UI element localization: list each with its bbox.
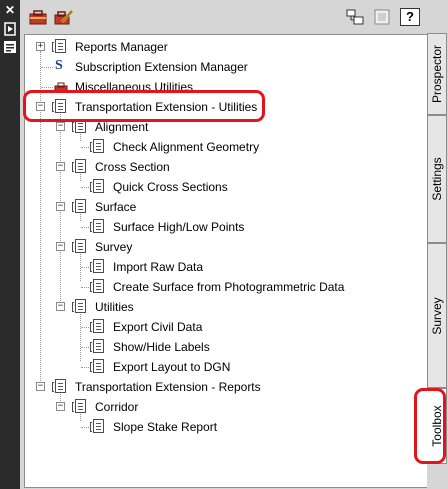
toolspace-palette: ✕ ? + Reports Manager S Subscription Ext… [0, 0, 448, 489]
tree-item-corridor[interactable]: − Corridor [25, 397, 427, 417]
properties-icon[interactable] [345, 8, 365, 26]
tree-item-transportation-extension-reports[interactable]: − Transportation Extension - Reports [25, 377, 427, 397]
tab-survey[interactable]: Survey [427, 243, 447, 388]
tree-item-show-hide-labels[interactable]: Show/Hide Labels [25, 337, 427, 357]
tree-item-miscellaneous-utilities[interactable]: Miscellaneous Utilities [25, 77, 427, 91]
tree-item-label: Reports Manager [75, 40, 168, 54]
tree-item-label: Cross Section [95, 160, 170, 174]
tree-item-transportation-extension-utilities[interactable]: − Transportation Extension - Utilities [25, 97, 427, 117]
tree-item-label: Surface [95, 200, 137, 214]
document-icon [90, 259, 104, 273]
document-icon [52, 99, 66, 113]
document-icon [90, 219, 104, 233]
close-icon[interactable]: ✕ [3, 3, 17, 17]
tab-label: Survey [430, 296, 444, 335]
document-icon [90, 139, 104, 153]
document-icon [72, 159, 86, 173]
tab-label: Prospector [430, 44, 444, 104]
help-icon[interactable]: ? [400, 8, 420, 26]
collapse-icon[interactable]: − [56, 242, 65, 251]
tree-item-create-surface-from-photogrammetric-data[interactable]: Create Surface from Photogrammetric Data [25, 277, 427, 297]
subscription-icon: S [55, 58, 63, 73]
tree-item-check-alignment-geometry[interactable]: Check Alignment Geometry [25, 137, 427, 157]
hide-details-icon[interactable] [372, 8, 392, 26]
tree-item-label: Show/Hide Labels [113, 340, 210, 354]
tab-settings[interactable]: Settings [427, 115, 447, 243]
tree-item-label: Slope Stake Report [113, 420, 218, 434]
tree-item-alignment[interactable]: − Alignment [25, 117, 427, 137]
tree-item-label: Import Raw Data [113, 260, 204, 274]
tree-item-slope-stake-report[interactable]: Slope Stake Report [25, 417, 427, 437]
tree-item-label: Survey [95, 240, 133, 254]
tree-item-label: Create Surface from Photogrammetric Data [113, 280, 345, 294]
palette-tabs: Prospector Settings Survey Toolbox [427, 0, 448, 489]
tab-prospector[interactable]: Prospector [427, 33, 447, 115]
tree-item-survey[interactable]: − Survey [25, 237, 427, 257]
edit-toolbox-icon[interactable] [54, 8, 74, 26]
tree-item-label: Export Layout to DGN [113, 360, 231, 374]
tree-item-label: Export Civil Data [113, 320, 203, 334]
auto-hide-icon[interactable] [3, 22, 17, 36]
document-icon [90, 339, 104, 353]
tree-item-label: Transportation Extension - Utilities [75, 100, 258, 114]
collapse-icon[interactable]: − [36, 382, 45, 391]
document-icon [90, 319, 104, 333]
tree-item-quick-cross-sections[interactable]: Quick Cross Sections [25, 177, 427, 197]
tree-item-reports-manager[interactable]: + Reports Manager [25, 37, 427, 57]
tree-item-surface[interactable]: − Surface [25, 197, 427, 217]
document-icon [90, 359, 104, 373]
document-icon [72, 239, 86, 253]
collapse-icon[interactable]: − [56, 302, 65, 311]
tree-item-label: Quick Cross Sections [113, 180, 228, 194]
tree-item-label: Surface High/Low Points [113, 220, 245, 234]
tree-item-label: Check Alignment Geometry [113, 140, 260, 154]
collapse-icon[interactable]: − [56, 202, 65, 211]
tab-label: Settings [430, 157, 444, 201]
palette-title-strip: ✕ [0, 0, 20, 489]
tree-item-label: Utilities [95, 300, 134, 314]
tree-item-label: Miscellaneous Utilities [75, 80, 194, 91]
tab-label: Toolbox [429, 405, 444, 447]
document-icon [90, 419, 104, 433]
document-icon [72, 199, 86, 213]
toolbar: ? [20, 0, 427, 34]
document-icon [72, 119, 86, 133]
tree-item-export-civil-data[interactable]: Export Civil Data [25, 317, 427, 337]
tree-item-subscription-extension-manager[interactable]: S Subscription Extension Manager [25, 57, 427, 77]
tree-item-label: Corridor [95, 400, 139, 414]
collapse-icon[interactable]: − [56, 402, 65, 411]
document-icon [72, 299, 86, 313]
document-icon [52, 379, 66, 393]
toolbox-icon [54, 81, 68, 91]
toolbox-tree: + Reports Manager S Subscription Extensi… [24, 34, 428, 488]
expand-icon[interactable]: + [36, 42, 45, 51]
tree-item-label: Alignment [95, 120, 149, 134]
tree-item-import-raw-data[interactable]: Import Raw Data [25, 257, 427, 277]
document-icon [90, 279, 104, 293]
tree-item-export-layout-to-dgn[interactable]: Export Layout to DGN [25, 357, 427, 377]
toolbox-icon[interactable] [28, 8, 48, 26]
tree-item-surface-high-low-points[interactable]: Surface High/Low Points [25, 217, 427, 237]
document-icon [72, 399, 86, 413]
tree-item-label: Subscription Extension Manager [75, 60, 248, 74]
tab-toolbox[interactable]: Toolbox [427, 388, 447, 464]
document-icon [90, 179, 104, 193]
collapse-icon[interactable]: − [56, 122, 65, 131]
tree-item-utilities[interactable]: − Utilities [25, 297, 427, 317]
collapse-icon[interactable]: − [36, 102, 45, 111]
tree-item-label: Transportation Extension - Reports [75, 380, 261, 394]
tree-item-cross-section[interactable]: − Cross Section [25, 157, 427, 177]
collapse-icon[interactable]: − [56, 162, 65, 171]
document-icon [52, 39, 66, 53]
palette-properties-icon[interactable] [3, 40, 17, 54]
